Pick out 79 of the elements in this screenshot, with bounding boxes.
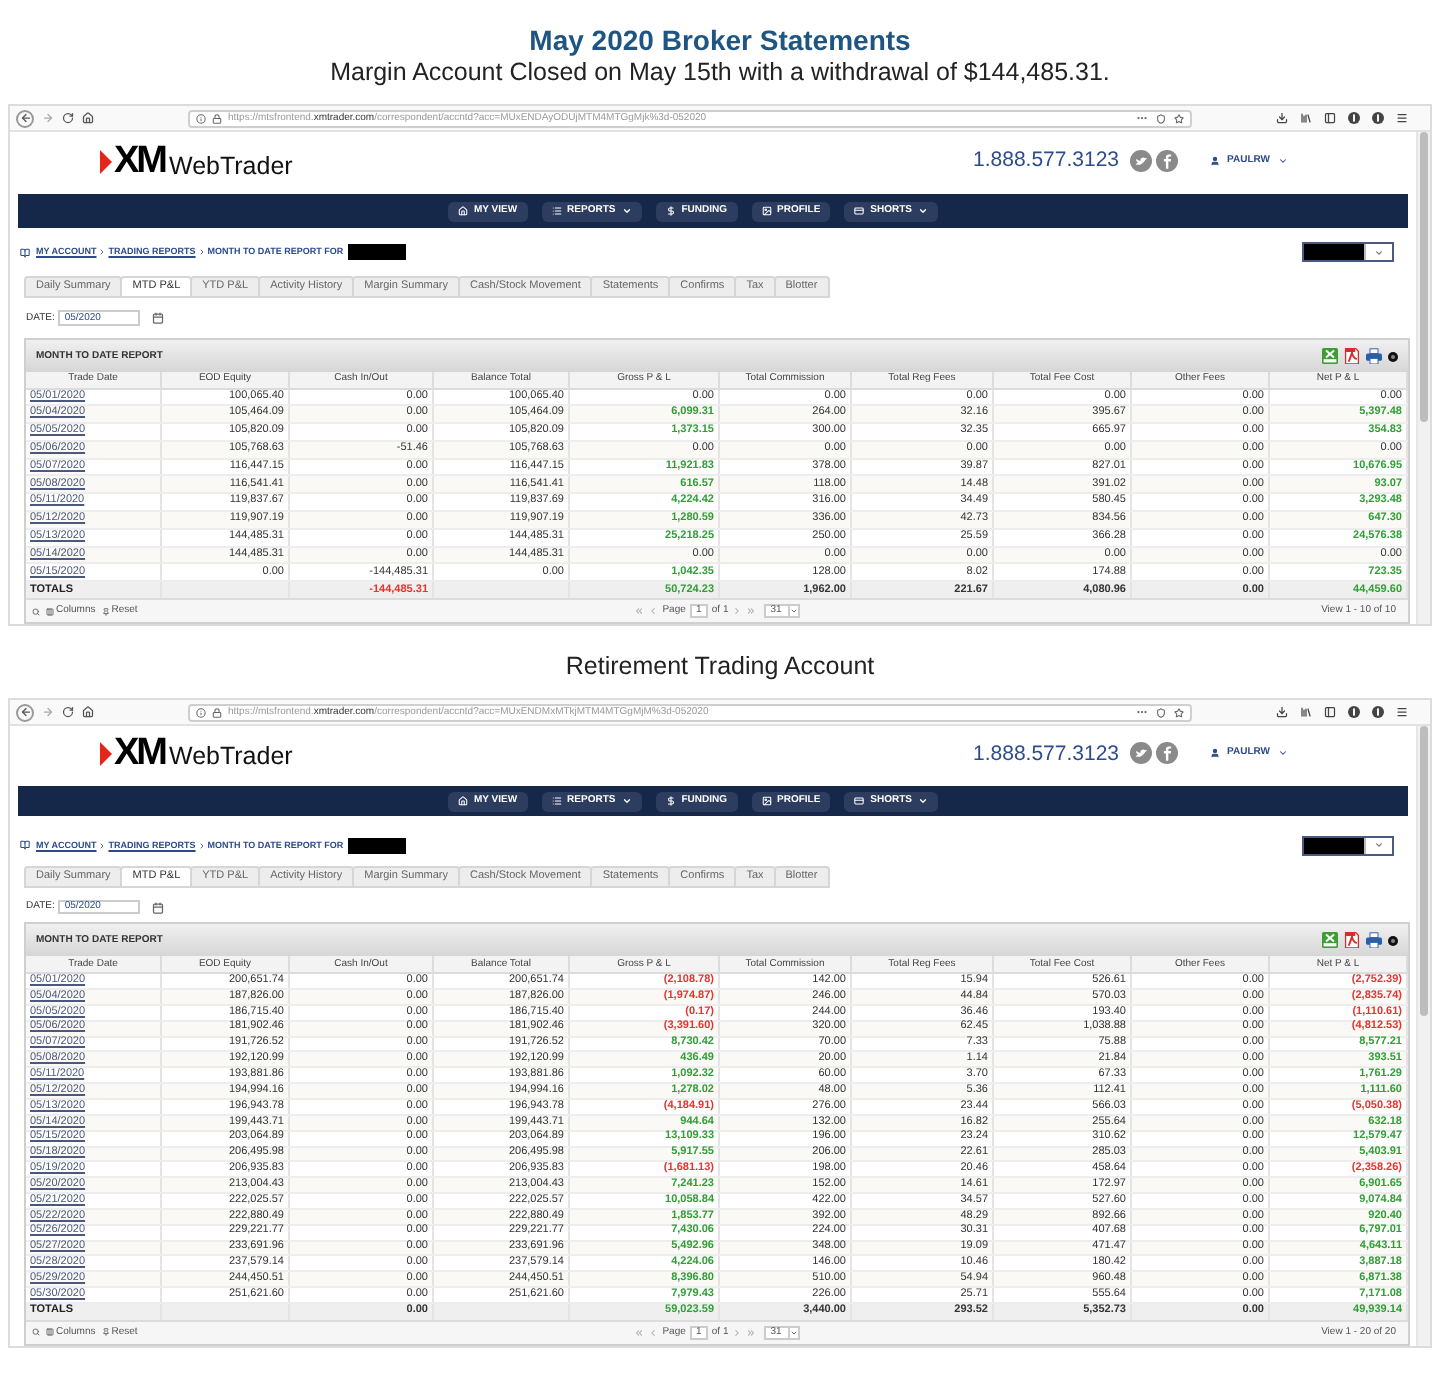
section-caption: Retirement Trading Account [563,649,877,683]
pin-icon[interactable] [101,607,110,616]
card-icon[interactable] [854,206,865,216]
letter-f-icon[interactable] [1155,742,1178,765]
shield-icon[interactable] [1156,113,1166,123]
pin-icon[interactable] [101,1328,110,1337]
sidebar-icon[interactable] [1324,112,1336,124]
redaction-block [1304,837,1364,854]
reload-icon[interactable] [62,706,74,719]
library-icon[interactable] [1300,706,1312,719]
menu-icon[interactable] [1396,706,1408,719]
info-icon[interactable] [196,113,206,123]
calendar-icon[interactable] [152,312,165,324]
scrollbar[interactable] [1416,132,1430,625]
logo-chevron-icon [100,149,112,173]
home-icon[interactable] [82,112,94,124]
circle-icon[interactable] [1372,112,1384,124]
search-icon[interactable] [32,1328,40,1337]
search-icon[interactable] [32,607,40,616]
logo-text: WebTrader [169,743,293,769]
home-icon[interactable] [82,706,94,719]
list-icon[interactable] [551,206,562,216]
spreadsheet-icon[interactable] [1322,932,1338,949]
gear-icon[interactable] [1388,351,1398,361]
star-icon[interactable] [1174,113,1184,123]
caret-icon[interactable] [1278,748,1288,759]
columns-icon[interactable] [46,1328,54,1337]
user-icon[interactable] [1209,748,1220,759]
account-select[interactable] [1302,242,1394,262]
pdf-icon[interactable] [1344,348,1360,364]
calendar-icon[interactable] [152,901,165,914]
printer-icon[interactable] [1366,932,1382,949]
sidebar-icon[interactable] [1324,706,1336,719]
bird-icon[interactable] [1129,150,1152,172]
logo-mark: XM [114,142,165,180]
gear-icon[interactable] [1388,935,1398,946]
spreadsheet-icon[interactable] [1322,348,1338,364]
circle-icon[interactable] [1348,706,1360,719]
card-icon[interactable] [854,796,865,807]
shield-icon[interactable] [1156,707,1166,718]
section-caption: Margin Account Closed on May 15th with a withdrawal of $144,485.31. [328,56,1112,90]
caret-icon[interactable] [1278,156,1288,166]
redaction-block [347,837,406,854]
star-icon[interactable] [1174,707,1184,718]
pdf-icon[interactable] [1344,932,1360,949]
phone-number: 1.888.577.3123 [973,150,1120,172]
download-icon[interactable] [1276,706,1288,719]
phone-number: 1.888.577.3123 [973,743,1120,765]
lock-icon[interactable] [212,113,222,123]
logo-text: WebTrader [169,153,293,178]
bird-icon[interactable] [1129,742,1152,765]
scrollbar[interactable] [1416,726,1430,1346]
menu-icon[interactable] [1396,112,1408,124]
dollar-icon[interactable] [665,796,676,807]
logo-mark: XM [114,734,165,773]
user-icon[interactable] [1209,156,1220,166]
image-icon[interactable] [761,206,771,216]
info-icon[interactable] [196,707,206,718]
printer-icon[interactable] [1366,348,1382,364]
circle-icon[interactable] [1348,112,1360,124]
book-icon[interactable] [20,247,30,257]
dollar-icon[interactable] [665,206,676,216]
redaction-block [347,244,406,260]
letter-f-icon[interactable] [1155,150,1178,172]
logo-chevron-icon [100,741,112,766]
caret-icon[interactable] [1374,840,1384,851]
list-icon[interactable] [551,796,562,807]
download-icon[interactable] [1276,112,1288,124]
reload-icon[interactable] [62,112,74,124]
circle-icon[interactable] [1372,706,1384,719]
page-title: May 2020 Broker Statements [527,22,913,56]
library-icon[interactable] [1300,112,1312,124]
columns-icon[interactable] [46,607,54,616]
book-icon[interactable] [20,840,30,851]
redaction-block [1304,244,1364,260]
image-icon[interactable] [761,796,771,807]
account-select[interactable] [1302,835,1394,856]
caret-icon[interactable] [1374,247,1384,257]
lock-icon[interactable] [212,707,222,718]
